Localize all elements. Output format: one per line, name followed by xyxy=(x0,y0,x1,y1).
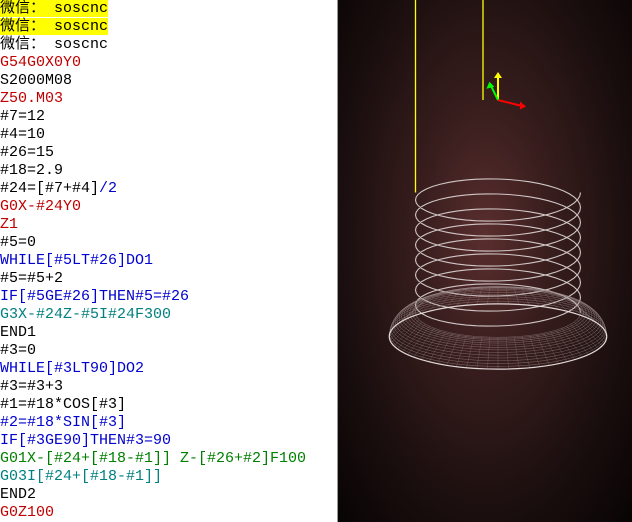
code-line: #5=0 xyxy=(0,234,338,252)
toolpath-viewport[interactable] xyxy=(338,0,632,522)
code-line: #1=#18*COS[#3] xyxy=(0,396,338,414)
watermark-line: 微信： soscnc xyxy=(0,18,338,36)
code-line: G3X-#24Z-#5I#24F300 xyxy=(0,306,338,324)
code-line: G03I[#24+[#18-#1]] xyxy=(0,468,338,486)
code-line: #2=#18*SIN[#3] xyxy=(0,414,338,432)
code-line: S2000M08 xyxy=(0,72,338,90)
code-scroll-area[interactable]: 微信： soscnc微信： soscnc微信： soscncG54G0X0Y0S… xyxy=(0,0,338,522)
code-line: #3=#3+3 xyxy=(0,378,338,396)
code-line: G01X-[#24+[#18-#1]] Z-[#26+#2]F100 xyxy=(0,450,338,468)
code-line: #3=0 xyxy=(0,342,338,360)
watermark-line: 微信： soscnc xyxy=(0,0,338,18)
code-line: G54G0X0Y0 xyxy=(0,54,338,72)
code-line: Z50.M03 xyxy=(0,90,338,108)
code-line: G0X-#24Y0 xyxy=(0,198,338,216)
code-line: Z1 xyxy=(0,216,338,234)
code-line: WHILE[#5LT#26]DO1 xyxy=(0,252,338,270)
code-line: #26=15 xyxy=(0,144,338,162)
code-editor-panel: 微信： soscnc微信： soscnc微信： soscncG54G0X0Y0S… xyxy=(0,0,338,522)
code-line: IF[#5GE#26]THEN#5=#26 xyxy=(0,288,338,306)
code-content: 微信： soscnc微信： soscnc微信： soscncG54G0X0Y0S… xyxy=(0,0,338,522)
code-line: #5=#5+2 xyxy=(0,270,338,288)
code-line: #7=12 xyxy=(0,108,338,126)
code-line: #4=10 xyxy=(0,126,338,144)
toolpath-scene xyxy=(338,0,632,522)
code-line: #18=2.9 xyxy=(0,162,338,180)
code-line: END1 xyxy=(0,324,338,342)
code-line: END2 xyxy=(0,486,338,504)
code-line: G0Z100 xyxy=(0,504,338,522)
code-line: #24=[#7+#4]/2 xyxy=(0,180,338,198)
code-line: WHILE[#3LT90]DO2 xyxy=(0,360,338,378)
code-line: IF[#3GE90]THEN#3=90 xyxy=(0,432,338,450)
watermark-line: 微信： soscnc xyxy=(0,36,338,54)
